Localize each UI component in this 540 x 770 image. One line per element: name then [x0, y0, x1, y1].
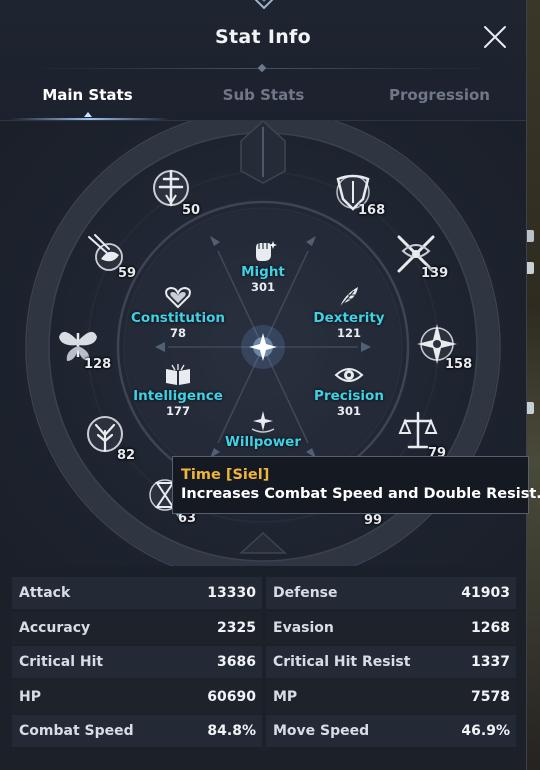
stat-label: Combat Speed — [19, 723, 134, 739]
stat-label: Accuracy — [19, 619, 91, 636]
stat-dexterity[interactable]: Dexterity 121 — [294, 285, 404, 340]
stat-name: Willpower — [225, 434, 301, 450]
stat-number: 60690 — [207, 688, 256, 705]
stat-cell: Accuracy 2325 — [12, 611, 262, 644]
stat-number: 3686 — [217, 654, 256, 670]
stats-row: Critical Hit 3686 Critical Hit Resist 13… — [12, 646, 516, 681]
outer-node-value: 158 — [445, 357, 473, 372]
combat-stats-table: Attack 13330 Defense 41903 Accuracy 2325… — [12, 577, 516, 750]
stat-label: Attack — [19, 585, 71, 601]
stat-cell: Critical Hit Resist 1337 — [266, 646, 516, 678]
tab-progression[interactable]: Progression — [362, 86, 517, 120]
stat-number: 2325 — [217, 619, 256, 636]
close-icon[interactable] — [483, 25, 507, 49]
outer-node-value: 168 — [358, 203, 386, 218]
feather-icon — [339, 287, 358, 308]
stats-row: Combat Speed 84.8% Move Speed 46.9% — [12, 715, 516, 750]
outer-node-value: 82 — [117, 448, 136, 463]
stat-cell: MP 7578 — [266, 680, 516, 713]
stat-label: Defense — [273, 585, 338, 601]
stat-label: Evasion — [273, 619, 334, 636]
stat-tooltip: Time [Siel] Increases Combat Speed and D… — [172, 456, 540, 514]
stat-label: MP — [273, 688, 298, 705]
stat-name: Constitution — [131, 310, 225, 326]
stat-name: Might — [241, 264, 285, 280]
stat-cell: Attack 13330 — [12, 577, 262, 609]
stat-name: Precision — [314, 388, 384, 404]
stat-label: HP — [19, 688, 41, 705]
stat-number: 1337 — [471, 654, 510, 670]
stat-name: Dexterity — [313, 310, 385, 326]
heart-icon — [165, 286, 191, 309]
stat-number: 1268 — [471, 619, 510, 636]
stats-row: Attack 13330 Defense 41903 — [12, 577, 516, 612]
stat-value: 78 — [169, 326, 186, 340]
outer-node-value: 128 — [84, 357, 112, 372]
outer-node-value: 50 — [182, 203, 201, 218]
stat-cell: HP 60690 — [12, 680, 262, 713]
stat-label: Critical Hit — [19, 654, 104, 670]
stat-number: 41903 — [461, 585, 510, 601]
tooltip-title: Time [Siel] — [181, 467, 270, 483]
stat-value: 177 — [165, 404, 190, 418]
star-burst-icon — [251, 411, 275, 433]
tab-sub-stats[interactable]: Sub Stats — [186, 86, 341, 120]
stat-cell: Combat Speed 84.8% — [12, 715, 262, 747]
stat-cell: Defense 41903 — [266, 577, 516, 609]
active-tab-caret — [84, 112, 92, 117]
stat-label: Critical Hit Resist — [273, 654, 411, 670]
eye-icon — [334, 368, 364, 382]
outer-node-value: 99 — [364, 513, 383, 528]
stat-info-window: Stat Info Main Stats Sub Stats Progressi… — [0, 0, 527, 770]
stat-value: 121 — [336, 326, 361, 340]
stats-row: HP 60690 MP 7578 — [12, 680, 516, 716]
stat-cell: Critical Hit 3686 — [12, 646, 262, 678]
stat-cell: Evasion 1268 — [266, 611, 516, 644]
stat-cell: Move Speed 46.9% — [266, 715, 516, 747]
tooltip-description: Increases Combat Speed and Double Resist… — [181, 486, 540, 502]
stat-number: 7578 — [471, 688, 510, 705]
book-icon — [166, 364, 190, 385]
window-title: Stat Info — [215, 26, 311, 48]
outer-node-value: 59 — [118, 266, 137, 281]
stats-row: Accuracy 2325 Evasion 1268 — [12, 611, 516, 647]
divider-diamond — [257, 63, 267, 73]
outer-node-value: 139 — [421, 266, 449, 281]
stat-constitution[interactable]: Constitution 78 — [123, 285, 233, 340]
stat-intelligence[interactable]: Intelligence 177 — [123, 363, 233, 418]
stat-number: 46.9% — [461, 723, 510, 739]
tab-bar: Main Stats Sub Stats Progression — [0, 86, 526, 120]
fist-icon — [256, 241, 277, 261]
top-ornament-icon — [254, 0, 274, 10]
stat-name: Intelligence — [133, 388, 223, 404]
stat-number: 13330 — [207, 585, 256, 601]
stat-number: 84.8% — [207, 723, 256, 739]
stat-label: Move Speed — [273, 723, 370, 739]
